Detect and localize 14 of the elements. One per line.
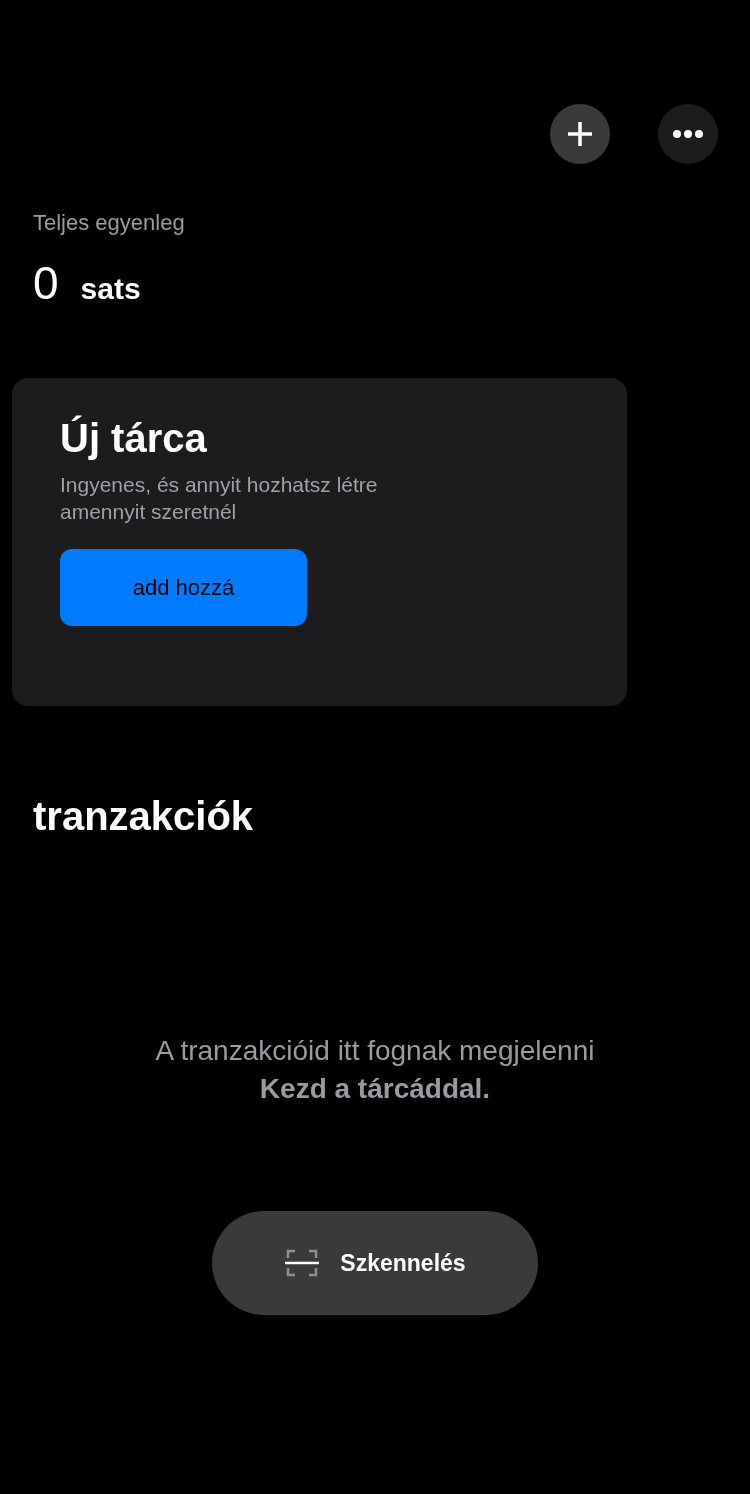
balance-label: Teljes egyenleg — [33, 210, 185, 236]
more-icon — [673, 130, 703, 138]
scan-button[interactable]: Szkennelés — [212, 1211, 538, 1315]
add-button[interactable] — [550, 104, 610, 164]
card-description: Ingyenes, és annyit hozhatsz létre amennyit szeretnél — [60, 472, 379, 525]
scan-icon — [284, 1248, 321, 1278]
plus-icon — [567, 121, 593, 147]
section-title: tranzakciók — [33, 794, 255, 839]
balance-amount: 0 — [33, 256, 59, 310]
card-title: Új tárca — [60, 416, 207, 461]
empty-hint: Kezd a tárcáddal. — [259, 1073, 491, 1105]
add-wallet-button[interactable]: add hozzá — [60, 549, 307, 626]
empty-message: A tranzakcióid itt fognak megjelenni — [155, 1035, 595, 1067]
balance-unit: sats — [80, 272, 141, 306]
